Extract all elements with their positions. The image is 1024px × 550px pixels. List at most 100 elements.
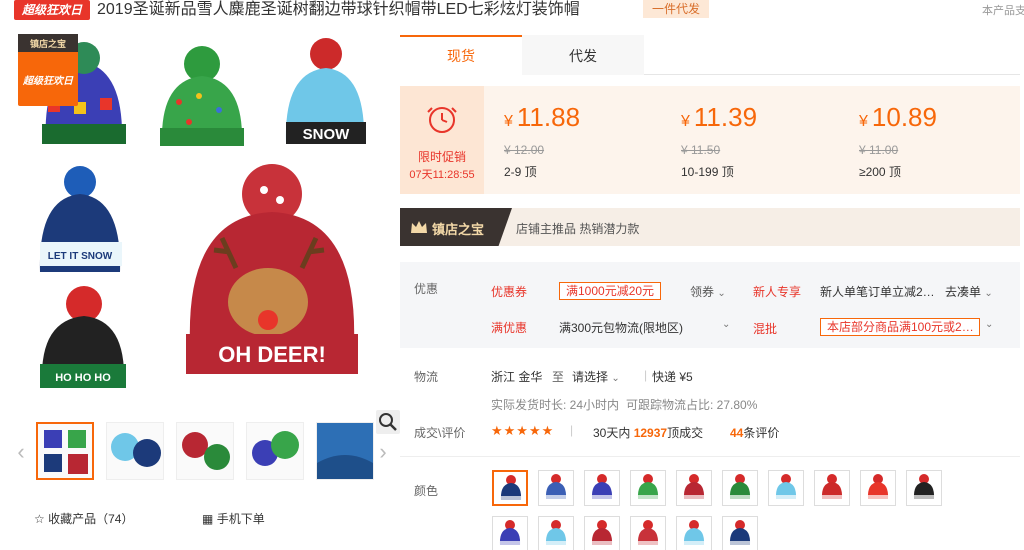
shop-treasure-banner[interactable]: 镇店之宝 店铺主推品 热销潜力款 (400, 208, 1020, 246)
tier-old-price: ¥ 11.50 (681, 143, 721, 157)
rating-stars: ★★★★★ (491, 423, 555, 438)
thumb-prev-arrow-icon[interactable]: ‹ (14, 438, 28, 466)
color-swatch[interactable] (538, 516, 574, 550)
newuser-label: 新人专享 (753, 285, 802, 299)
chevron-down-icon[interactable]: ⌄ (722, 319, 730, 330)
tier-price: 11.39 (693, 102, 758, 132)
hat-oh-deer-text: OH DEER! (218, 342, 326, 367)
color-swatch[interactable] (676, 470, 712, 506)
star-outline-icon: ☆ (34, 512, 45, 526)
price-tier: ¥11.88 ¥ 12.00 2-9 顶 (504, 102, 674, 182)
hat-ho-ho-ho: HO HO HO (40, 286, 126, 388)
currency-symbol: ¥ (681, 113, 690, 130)
tab-spot[interactable]: 现货 (400, 35, 522, 75)
go-pool-button[interactable]: 去凑单 ⌄ (945, 283, 993, 300)
color-swatch[interactable] (630, 470, 666, 506)
promotions-section: 优惠 优惠券 满1000元减20元 领券 ⌄ 新人专享 新人单笔订单立减2… 去… (400, 262, 1020, 348)
price-tier: ¥10.89 ¥ 11.00 ≥200 顶 (859, 102, 1024, 182)
color-swatch[interactable] (492, 470, 528, 506)
product-gallery: SNOW LET IT SNOW HO HO HO OH DEER! 镇店之宝 … (14, 32, 400, 434)
thumbnail-item[interactable] (316, 422, 374, 480)
color-swatch[interactable] (860, 470, 896, 506)
color-swatch[interactable] (768, 470, 804, 506)
thumbnail-item[interactable] (176, 422, 234, 480)
reviews-row: 成交\评价 ★★★★★ | 30天内 12937顶成交 44条评价 (400, 422, 1020, 446)
hat-snow: SNOW (285, 38, 366, 144)
color-label: 颜色 (414, 484, 439, 498)
color-swatch[interactable] (630, 516, 666, 550)
separator: | (644, 368, 648, 382)
color-swatch[interactable] (584, 516, 620, 550)
tier-price: 11.88 (516, 102, 581, 132)
mix-value[interactable]: 本店部分商品满100元或2… (820, 318, 980, 336)
thumbnail-strip: ‹ › (14, 420, 394, 484)
dropship-tag: 一件代发 (643, 0, 709, 18)
promotions-label: 优惠 (414, 282, 439, 296)
favorite-button[interactable]: ☆ 收藏产品（74） (34, 510, 133, 527)
sold-prefix: 30天内 (593, 426, 631, 440)
header-right-text: 本产品支 (982, 5, 1024, 17)
main-product-image[interactable]: SNOW LET IT SNOW HO HO HO OH DEER! 镇店之宝 … (14, 32, 394, 412)
sale-badge: 超级狂欢日 (14, 0, 90, 20)
review-stat[interactable]: 44条评价 (730, 424, 779, 441)
mix-label: 混批 (753, 322, 778, 336)
track-rate: 可跟踪物流占比: 27.80% (626, 398, 758, 412)
tier-range: 2-9 顶 (504, 165, 537, 179)
logistics-row: 物流 浙江 金华 至 请选择 ⌄ | 快递 ¥5 实际发货时长: 24小时内 可… (400, 366, 1020, 416)
currency-symbol: ¥ (504, 113, 513, 130)
gallery-actions: ☆ 收藏产品（74） ▦ 手机下单 (34, 510, 334, 530)
sold-count: 12937 (633, 426, 668, 440)
chevron-down-icon: ⌄ (984, 288, 993, 299)
favorite-label: 收藏产品（74） (48, 512, 134, 526)
shop-banner-badge: 镇店之宝 (400, 208, 512, 246)
product-title: 2019圣诞新品雪人麋鹿圣诞树翻边带球针织帽带LED七彩炫灯装饰帽 (97, 1, 580, 18)
shop-banner-name: 镇店之宝 (432, 222, 485, 237)
sold-stat[interactable]: 30天内 12937顶成交 (593, 424, 703, 441)
color-swatch[interactable] (722, 470, 758, 506)
gallery-logo-shop: 镇店之宝 (30, 38, 66, 49)
color-swatch[interactable] (538, 470, 574, 506)
go-label: 去凑单 (945, 285, 982, 299)
coupon-value[interactable]: 满1000元减20元 (559, 282, 662, 300)
hat-let-it-snow-text: LET IT SNOW (48, 251, 113, 262)
color-swatch[interactable] (676, 516, 712, 550)
thumbnail-item[interactable] (106, 422, 164, 480)
divider (400, 456, 1020, 457)
reviews-label: 成交\评价 (414, 426, 466, 440)
sold-suffix: 顶成交 (667, 426, 704, 440)
thumb-next-arrow-icon[interactable]: › (376, 438, 390, 466)
separator: | (570, 423, 574, 437)
promo-countdown: 07天11:28:55 (409, 169, 475, 181)
coupon-label: 优惠券 (491, 285, 528, 299)
hat-oh-deer: OH DEER! (186, 164, 358, 374)
product-header: 超级狂欢日 2019圣诞新品雪人麋鹿圣诞树翻边带球针织帽带LED七彩炫灯装饰帽 … (0, 0, 1024, 24)
chevron-down-icon: ⌄ (717, 288, 726, 299)
color-swatch[interactable] (584, 470, 620, 506)
tier-price: 10.89 (871, 102, 937, 132)
destination-select[interactable]: 请选择 ⌄ (572, 368, 620, 385)
hat-let-it-snow: LET IT SNOW (39, 166, 122, 272)
thumbnail-item[interactable] (246, 422, 304, 480)
price-box: 限时促销 07天11:28:55 ¥11.88 ¥ 12.00 2-9 顶 ¥1… (400, 86, 1020, 194)
express-fee: 快递 ¥5 (652, 370, 693, 384)
mjy-text: 满300元包物流(限地区) (559, 321, 684, 335)
logistics-label: 物流 (414, 370, 439, 384)
order-type-tabs: 现货 代发 (400, 35, 1020, 75)
color-swatch[interactable] (722, 516, 758, 550)
shop-banner-text: 店铺主推品 热销潜力款 (516, 222, 640, 236)
color-swatch[interactable] (492, 516, 528, 550)
review-suffix: 条评价 (743, 426, 780, 440)
color-swatch[interactable] (814, 470, 850, 506)
tier-old-price: ¥ 12.00 (504, 143, 545, 157)
promo-label: 限时促销 (417, 150, 466, 164)
color-swatch[interactable] (906, 470, 942, 506)
thumbnail-item[interactable] (36, 422, 94, 480)
tier-range: 10-199 顶 (681, 165, 734, 179)
chevron-down-icon[interactable]: ⌄ (985, 319, 993, 330)
hat-snow-text: SNOW (303, 126, 351, 143)
tab-dropship[interactable]: 代发 (522, 35, 644, 75)
mobile-order-button[interactable]: ▦ 手机下单 (202, 510, 265, 527)
tier-old-price: ¥ 11.00 (859, 143, 899, 157)
claim-coupon-button[interactable]: 领券 ⌄ (690, 283, 726, 300)
destination-value: 请选择 (572, 370, 609, 384)
